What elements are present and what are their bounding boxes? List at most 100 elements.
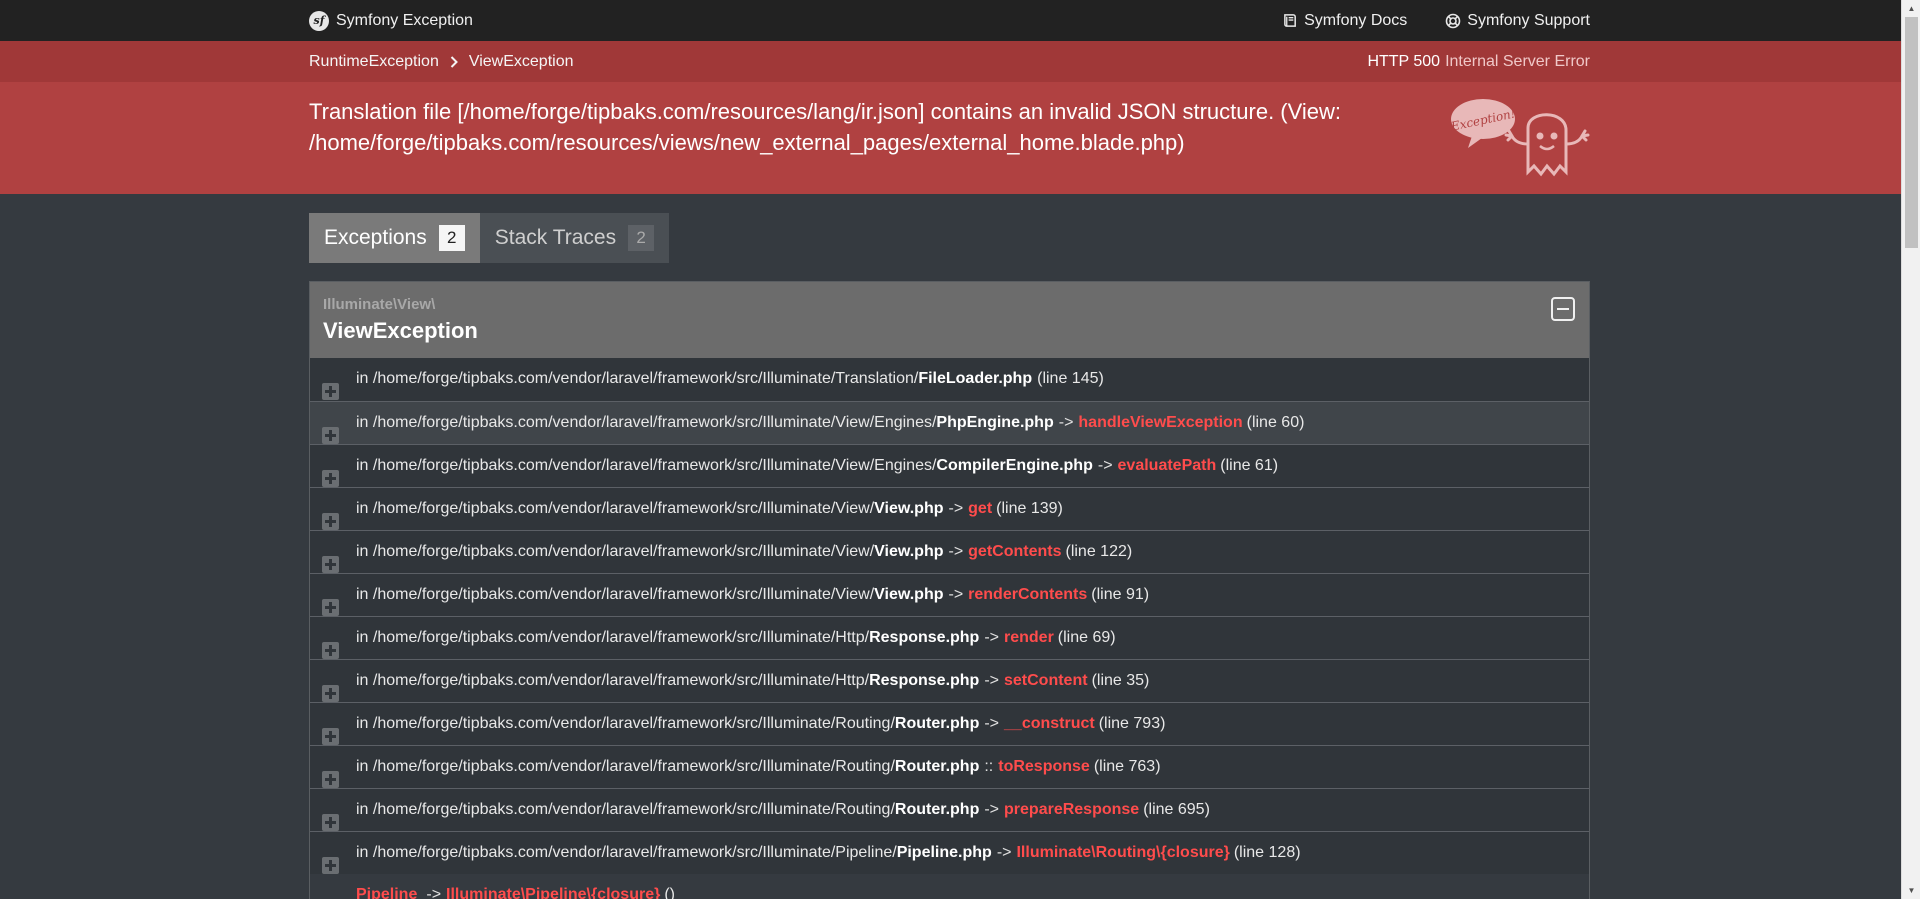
expand-plus-icon[interactable] <box>322 383 339 400</box>
symfony-support-link[interactable]: Symfony Support <box>1445 12 1590 30</box>
trace-function: Illuminate\Routing\{closure} <box>1016 844 1230 861</box>
trace-file: Response.php <box>869 672 980 689</box>
tab-stack-traces-count: 2 <box>628 225 655 251</box>
tab-stack-traces[interactable]: Stack Traces 2 <box>479 213 670 263</box>
tab-exceptions-count: 2 <box>438 225 465 251</box>
trace-function: render <box>1004 629 1054 646</box>
trace-operator: -> <box>984 672 999 689</box>
trace-row: in /home/forge/tipbaks.com/vendor/larave… <box>310 745 1589 788</box>
trace-operator: -> <box>948 543 964 560</box>
tab-stack-traces-label: Stack Traces <box>494 226 617 249</box>
trace-line-number: (line 61) <box>1220 457 1279 474</box>
page-scrollbar[interactable]: ▲ ▼ <box>1901 0 1920 899</box>
brand[interactable]: sf Symfony Exception <box>309 0 473 41</box>
trace-operator: -> <box>984 715 1000 732</box>
trace-operator: -> <box>948 500 964 517</box>
trace-row: in /home/forge/tipbaks.com/vendor/larave… <box>310 358 1589 401</box>
trace-row: in /home/forge/tipbaks.com/vendor/larave… <box>310 573 1589 616</box>
collapse-toggle-button[interactable] <box>1551 297 1575 321</box>
breadcrumb-bar: RuntimeException ViewException HTTP 500 … <box>0 41 1920 82</box>
trace-file: PhpEngine.php <box>936 414 1054 431</box>
trace-file: Router.php <box>894 801 980 818</box>
expand-plus-icon[interactable] <box>322 685 339 702</box>
expand-plus-icon[interactable] <box>322 470 339 487</box>
symfony-logo-icon: sf <box>309 10 329 31</box>
book-icon <box>1284 14 1297 27</box>
expand-plus-icon[interactable] <box>322 771 339 788</box>
trace-path: in /home/forge/tipbaks.com/vendor/larave… <box>356 414 937 431</box>
trace-function: __construct <box>1004 715 1095 732</box>
scrollbar-thumb[interactable] <box>1905 17 1918 248</box>
trace-file: View.php <box>874 500 944 517</box>
trace-line-number: (line 145) <box>1037 370 1104 387</box>
trace-line-number: (line 763) <box>1093 758 1161 775</box>
trace-args: () <box>664 886 675 899</box>
expand-plus-icon[interactable] <box>322 556 339 573</box>
expand-plus-icon[interactable] <box>322 814 339 831</box>
trace-row: in /home/forge/tipbaks.com/vendor/larave… <box>310 444 1589 487</box>
trace-function: get <box>968 500 993 517</box>
tab-exceptions-label: Exceptions <box>324 226 427 249</box>
stack-trace-list: in /home/forge/tipbaks.com/vendor/larave… <box>310 358 1589 874</box>
tab-exceptions[interactable]: Exceptions 2 <box>309 213 480 263</box>
scroll-down-arrow-icon[interactable]: ▼ <box>1902 882 1920 899</box>
trace-line-number: (line 69) <box>1057 629 1116 646</box>
exception-class: ViewException <box>323 318 478 343</box>
trace-operator: -> <box>996 844 1012 861</box>
expand-plus-icon[interactable] <box>322 599 339 616</box>
trace-class: Pipeline <box>356 886 418 899</box>
trace-operator: -> <box>984 629 999 646</box>
trace-path: in /home/forge/tipbaks.com/vendor/larave… <box>356 629 870 646</box>
expand-plus-icon[interactable] <box>322 857 339 874</box>
trace-row: in /home/forge/tipbaks.com/vendor/larave… <box>310 530 1589 573</box>
trace-row: in /home/forge/tipbaks.com/vendor/larave… <box>310 401 1589 444</box>
breadcrumb-item-runtime-exception[interactable]: RuntimeException <box>309 53 439 71</box>
trace-file: Router.php <box>894 758 980 775</box>
trace-operator: -> <box>1058 414 1074 431</box>
symfony-docs-link[interactable]: Symfony Docs <box>1283 12 1407 30</box>
trace-row: in /home/forge/tipbaks.com/vendor/larave… <box>310 659 1589 702</box>
tabs: Exceptions 2 Stack Traces 2 <box>309 213 670 263</box>
exception-panel: Illuminate\View\ ViewException in /home/… <box>309 281 1590 899</box>
trace-line-number: (line 139) <box>996 500 1063 517</box>
trace-row: in /home/forge/tipbaks.com/vendor/larave… <box>310 487 1589 530</box>
trace-line-number: (line 35) <box>1091 672 1150 689</box>
lifebuoy-icon <box>1445 13 1461 28</box>
expand-plus-icon[interactable] <box>322 427 339 444</box>
trace-line-number: (line 793) <box>1098 715 1166 732</box>
trace-path: in /home/forge/tipbaks.com/vendor/larave… <box>356 672 870 689</box>
trace-path: in /home/forge/tipbaks.com/vendor/larave… <box>356 500 875 517</box>
trace-line-number: (line 128) <box>1233 844 1301 861</box>
trace-path: in /home/forge/tipbaks.com/vendor/larave… <box>356 543 875 560</box>
trace-row: in /home/forge/tipbaks.com/vendor/larave… <box>310 831 1589 874</box>
expand-plus-icon[interactable] <box>322 728 339 745</box>
trace-function: handleViewException <box>1078 414 1243 431</box>
trace-function: Illuminate\Pipeline\{closure} <box>446 886 661 899</box>
trace-function: renderContents <box>968 586 1088 603</box>
scroll-up-arrow-icon[interactable]: ▲ <box>1902 0 1920 17</box>
brand-label: Symfony Exception <box>336 11 473 29</box>
trace-function: setContent <box>1004 672 1088 689</box>
trace-path: in /home/forge/tipbaks.com/vendor/larave… <box>356 457 937 474</box>
exception-message: Translation file [/home/forge/tipbaks.co… <box>309 99 1342 155</box>
trace-line-number: (line 122) <box>1065 543 1133 560</box>
trace-file: View.php <box>874 586 944 603</box>
trace-path: in /home/forge/tipbaks.com/vendor/larave… <box>356 370 919 387</box>
expand-plus-icon[interactable] <box>322 642 339 659</box>
breadcrumb-item-view-exception[interactable]: ViewException <box>469 53 574 71</box>
status-text: Internal Server Error <box>1445 52 1590 70</box>
exception-message-bar: Translation file [/home/forge/tipbaks.co… <box>0 82 1920 194</box>
trace-function: prepareResponse <box>1004 801 1140 818</box>
trace-path: in /home/forge/tipbaks.com/vendor/larave… <box>356 586 875 603</box>
exception-namespace: Illuminate\View\ <box>323 296 436 313</box>
exception-header: Illuminate\View\ ViewException <box>310 282 1589 358</box>
trace-row-partial: Pipeline -> Illuminate\Pipeline\{closure}(… <box>310 874 1589 899</box>
expand-plus-icon[interactable] <box>322 513 339 530</box>
chevron-right-icon <box>450 55 458 68</box>
trace-operator: -> <box>984 801 1000 818</box>
trace-operator: -> <box>1097 457 1113 474</box>
exception-ghost-icon: Exception! <box>1450 99 1590 177</box>
trace-file: Response.php <box>869 629 980 646</box>
symfony-support-label: Symfony Support <box>1467 11 1590 29</box>
trace-row: in /home/forge/tipbaks.com/vendor/larave… <box>310 702 1589 745</box>
